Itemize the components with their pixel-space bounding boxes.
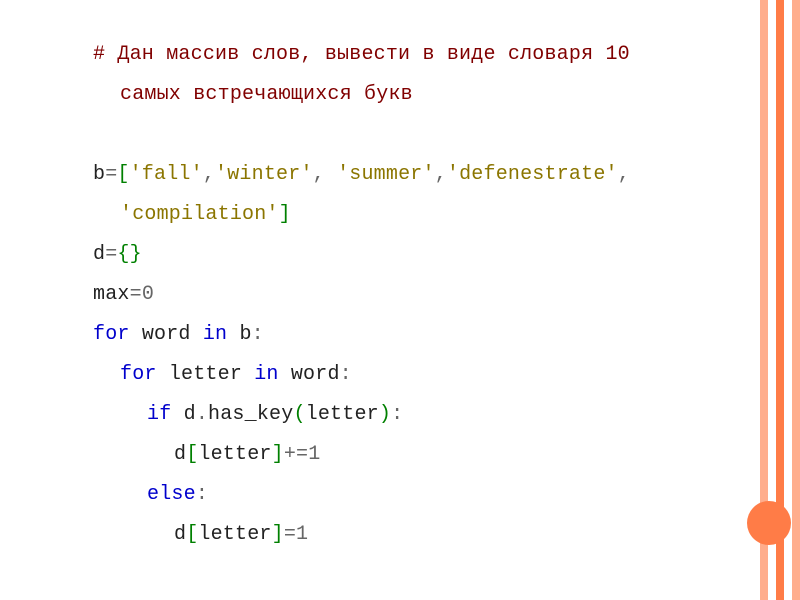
blank-line [93,115,733,155]
bar-5 [792,0,800,600]
code-line-assign: d[letter]=1 [93,515,733,555]
comment-text-2: самых встречающихся букв [120,83,413,106]
code-line-else: else: [93,475,733,515]
code-line-if: if d.has_key(letter): [93,395,733,435]
code-line-incr: d[letter]+=1 [93,435,733,475]
code-block: # Дан массив слов, вывести в виде словар… [93,35,733,555]
code-line-b-cont: 'compilation'] [93,195,733,235]
code-line-b: b=['fall','winter', 'summer','defenestra… [93,155,733,195]
comment-line-1: # Дан массив слов, вывести в виде словар… [93,35,733,75]
code-line-d: d={} [93,235,733,275]
code-line-max: max=0 [93,275,733,315]
comment-text-1: # Дан массив слов, вывести в виде словар… [93,43,630,66]
nav-circle-icon [747,501,791,545]
comment-line-2: самых встречающихся букв [93,75,733,115]
code-line-for-word: for word in b: [93,315,733,355]
code-line-for-letter: for letter in word: [93,355,733,395]
